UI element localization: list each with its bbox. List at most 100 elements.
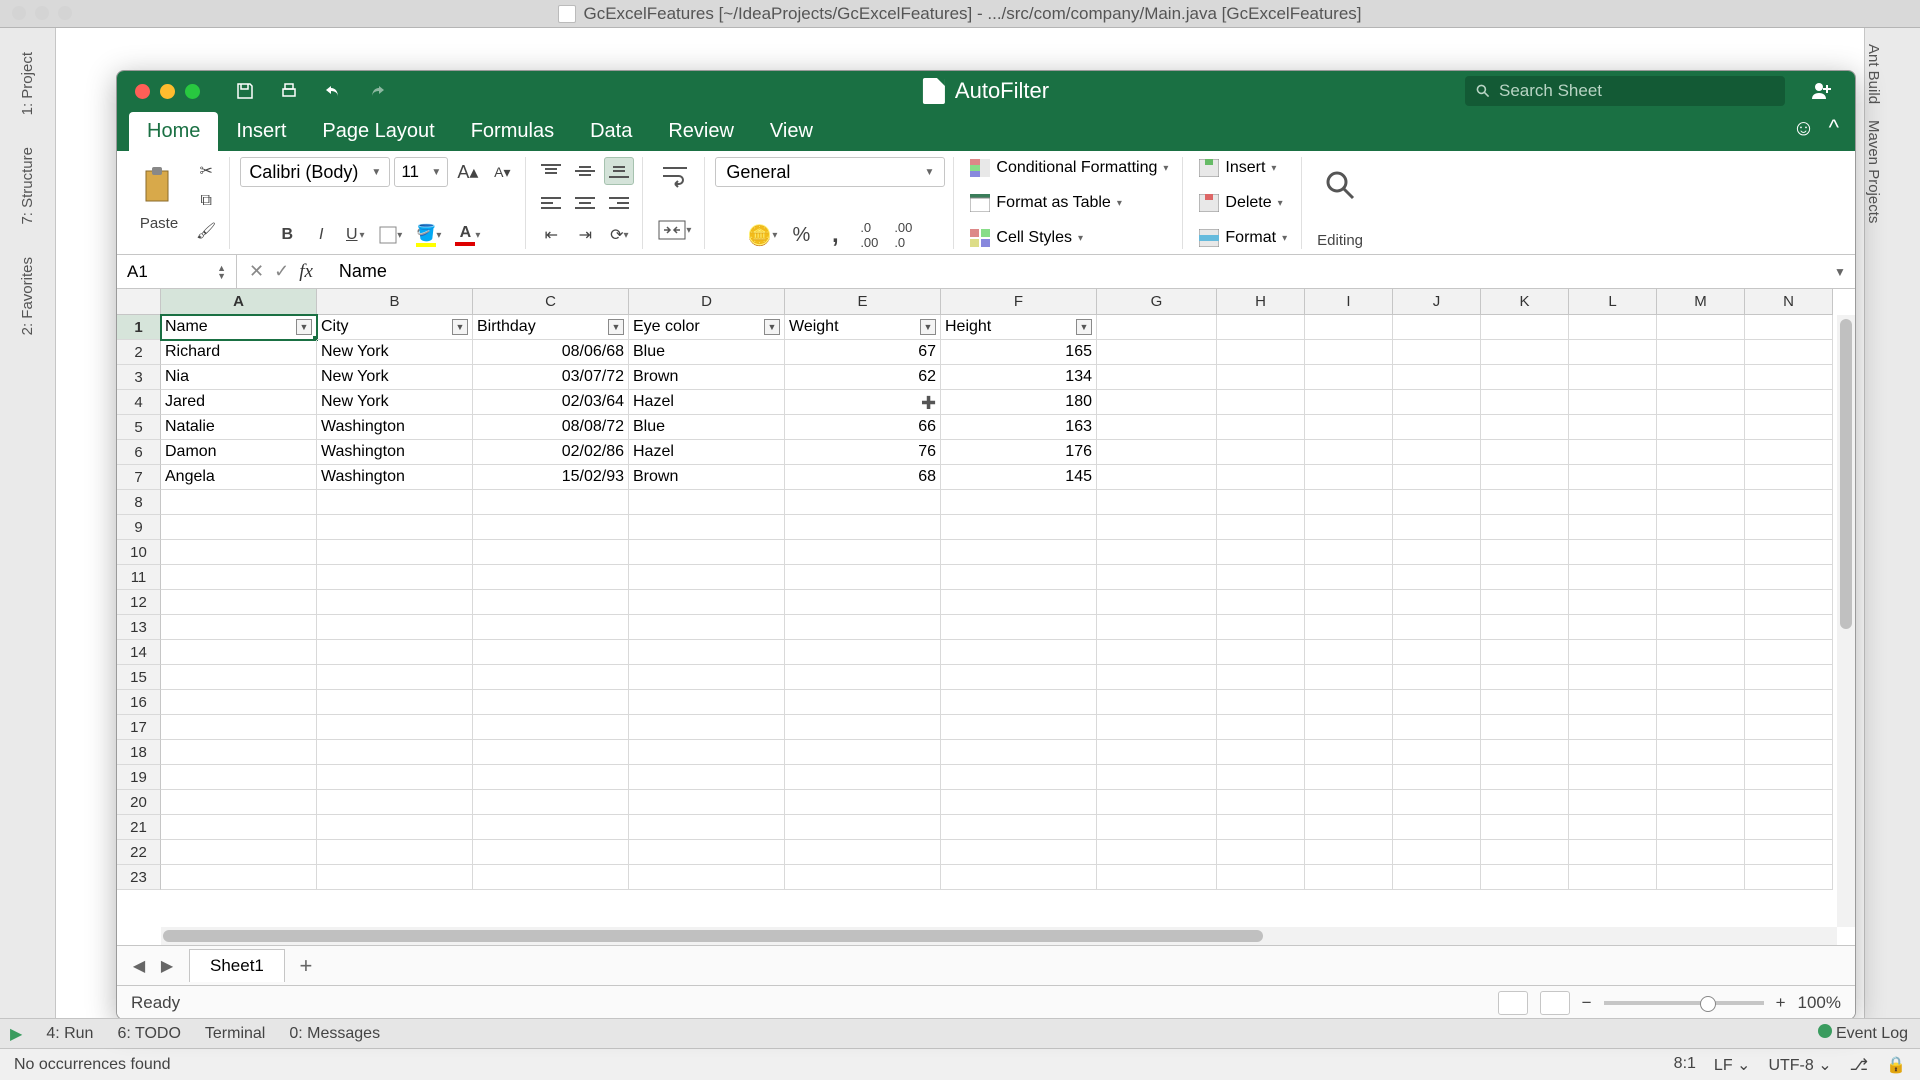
cell-L16[interactable]	[1569, 690, 1657, 715]
cell-B7[interactable]: Washington	[317, 465, 473, 490]
cell-B18[interactable]	[317, 740, 473, 765]
cell-J20[interactable]	[1393, 790, 1481, 815]
ide-tab-run[interactable]: 4: Run	[46, 1025, 93, 1043]
cell-H3[interactable]	[1217, 365, 1305, 390]
row-header-18[interactable]: 18	[117, 740, 161, 765]
cell-H9[interactable]	[1217, 515, 1305, 540]
cell-H8[interactable]	[1217, 490, 1305, 515]
cell-C10[interactable]	[473, 540, 629, 565]
cell-B5[interactable]: Washington	[317, 415, 473, 440]
cell-E2[interactable]: 67	[785, 340, 941, 365]
cell-D15[interactable]	[629, 665, 785, 690]
row-header-17[interactable]: 17	[117, 715, 161, 740]
cell-D16[interactable]	[629, 690, 785, 715]
cut-icon[interactable]: ✂	[191, 157, 221, 185]
cell-J13[interactable]	[1393, 615, 1481, 640]
cell-B10[interactable]	[317, 540, 473, 565]
cell-D18[interactable]	[629, 740, 785, 765]
cell-H10[interactable]	[1217, 540, 1305, 565]
cell-F11[interactable]	[941, 565, 1097, 590]
expand-formula-bar-icon[interactable]: ▼	[1825, 265, 1855, 279]
cell-B3[interactable]: New York	[317, 365, 473, 390]
cell-J21[interactable]	[1393, 815, 1481, 840]
cell-G20[interactable]	[1097, 790, 1217, 815]
conditional-formatting-button[interactable]: Conditional Formatting▾	[964, 157, 1174, 179]
cell-J15[interactable]	[1393, 665, 1481, 690]
cell-L11[interactable]	[1569, 565, 1657, 590]
cell-J6[interactable]	[1393, 440, 1481, 465]
cell-N7[interactable]	[1745, 465, 1833, 490]
cell-F8[interactable]	[941, 490, 1097, 515]
cell-C8[interactable]	[473, 490, 629, 515]
cell-D3[interactable]: Brown	[629, 365, 785, 390]
cell-G16[interactable]	[1097, 690, 1217, 715]
cell-K18[interactable]	[1481, 740, 1569, 765]
cell-C21[interactable]	[473, 815, 629, 840]
sheet-tab-1[interactable]: Sheet1	[189, 949, 285, 982]
cell-I8[interactable]	[1305, 490, 1393, 515]
cell-D5[interactable]: Blue	[629, 415, 785, 440]
cell-K22[interactable]	[1481, 840, 1569, 865]
cell-L6[interactable]	[1569, 440, 1657, 465]
cell-M13[interactable]	[1657, 615, 1745, 640]
row-header-2[interactable]: 2	[117, 340, 161, 365]
cell-F4[interactable]: 180	[941, 390, 1097, 415]
cell-B19[interactable]	[317, 765, 473, 790]
cell-C1[interactable]: Birthday▼	[473, 315, 629, 340]
cell-J9[interactable]	[1393, 515, 1481, 540]
cell-A3[interactable]: Nia	[161, 365, 317, 390]
cell-N20[interactable]	[1745, 790, 1833, 815]
col-header-N[interactable]: N	[1745, 289, 1833, 315]
insert-cells-button[interactable]: Insert▾	[1193, 157, 1282, 179]
col-header-K[interactable]: K	[1481, 289, 1569, 315]
cell-C16[interactable]	[473, 690, 629, 715]
cell-G18[interactable]	[1097, 740, 1217, 765]
lock-icon[interactable]: 🔒	[1886, 1055, 1906, 1075]
cell-I17[interactable]	[1305, 715, 1393, 740]
cell-N3[interactable]	[1745, 365, 1833, 390]
cell-J17[interactable]	[1393, 715, 1481, 740]
cell-F15[interactable]	[941, 665, 1097, 690]
row-header-8[interactable]: 8	[117, 490, 161, 515]
zoom-out-icon[interactable]: −	[1582, 993, 1592, 1013]
cell-D17[interactable]	[629, 715, 785, 740]
cell-N8[interactable]	[1745, 490, 1833, 515]
cell-H19[interactable]	[1217, 765, 1305, 790]
cell-J22[interactable]	[1393, 840, 1481, 865]
row-header-12[interactable]: 12	[117, 590, 161, 615]
cell-K4[interactable]	[1481, 390, 1569, 415]
cell-C7[interactable]: 15/02/93	[473, 465, 629, 490]
cell-F14[interactable]	[941, 640, 1097, 665]
cell-E1[interactable]: Weight▼	[785, 315, 941, 340]
cell-N5[interactable]	[1745, 415, 1833, 440]
cells-area[interactable]: Name▼City▼Birthday▼Eye color▼Weight▼Heig…	[161, 315, 1837, 927]
cell-I10[interactable]	[1305, 540, 1393, 565]
percent-icon[interactable]: %	[786, 221, 816, 249]
cell-F19[interactable]	[941, 765, 1097, 790]
cell-E12[interactable]	[785, 590, 941, 615]
cell-M11[interactable]	[1657, 565, 1745, 590]
vertical-scrollbar[interactable]	[1837, 315, 1855, 927]
cell-J18[interactable]	[1393, 740, 1481, 765]
increase-decimal-icon[interactable]: .0.00	[854, 221, 884, 249]
cell-H23[interactable]	[1217, 865, 1305, 890]
col-header-M[interactable]: M	[1657, 289, 1745, 315]
cell-E19[interactable]	[785, 765, 941, 790]
sheet-prev-icon[interactable]: ◀	[125, 952, 153, 980]
cell-G2[interactable]	[1097, 340, 1217, 365]
cell-K9[interactable]	[1481, 515, 1569, 540]
cell-H21[interactable]	[1217, 815, 1305, 840]
cell-N2[interactable]	[1745, 340, 1833, 365]
col-header-I[interactable]: I	[1305, 289, 1393, 315]
bold-button[interactable]: B	[272, 221, 302, 249]
cell-I20[interactable]	[1305, 790, 1393, 815]
cell-M7[interactable]	[1657, 465, 1745, 490]
cell-F7[interactable]: 145	[941, 465, 1097, 490]
cell-A16[interactable]	[161, 690, 317, 715]
cell-B8[interactable]	[317, 490, 473, 515]
cell-A13[interactable]	[161, 615, 317, 640]
cell-E5[interactable]: 66	[785, 415, 941, 440]
page-layout-view-icon[interactable]	[1540, 991, 1570, 1015]
row-header-3[interactable]: 3	[117, 365, 161, 390]
cell-M16[interactable]	[1657, 690, 1745, 715]
